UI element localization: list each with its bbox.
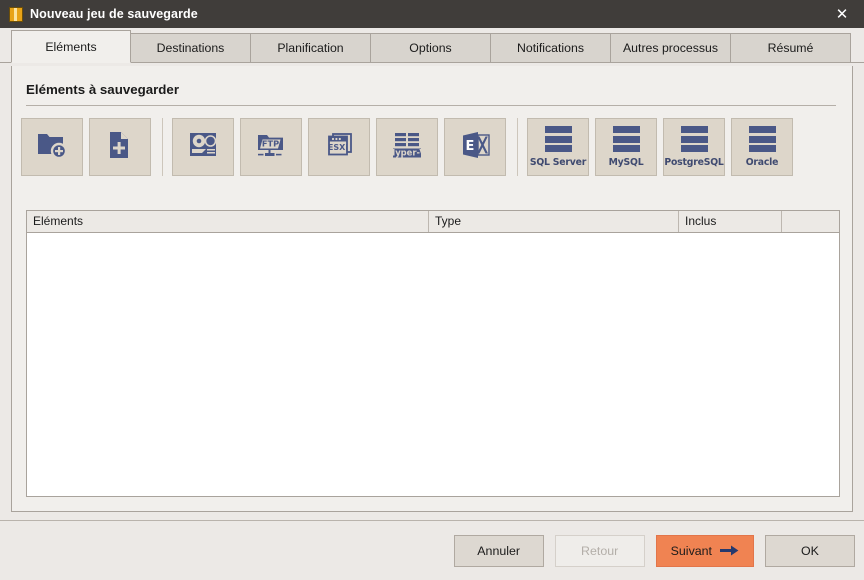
toolbar-button-label: SQL Server [529,157,587,168]
svg-text:Hyper-V: Hyper-V [392,147,422,157]
button-label: OK [801,543,819,558]
column-header-eléments[interactable]: Eléments [27,211,429,232]
toolbar-separator [517,118,518,176]
items-table[interactable]: Eléments Type Inclus [26,210,840,497]
toolbar-button-ftp[interactable]: FTP [240,118,302,176]
window-title: Nouveau jeu de sauvegarde [30,7,198,21]
toolbar-button-mysql[interactable]: MySQL [595,118,657,176]
arrow-right-icon [720,544,739,557]
database-icon [612,126,640,152]
button-label: Suivant [670,543,712,558]
add-file-icon [105,130,135,165]
tab-eléments[interactable]: Eléments [11,30,131,63]
tab-label: Destinations [156,41,225,55]
tab-label: Notifications [517,41,584,55]
toolbar-button-e[interactable]: E [444,118,506,176]
tab-notifications[interactable]: Notifications [490,33,611,62]
column-header-blank[interactable] [782,211,839,232]
table-header-row: Eléments Type Inclus [27,211,839,233]
svg-text:E: E [466,139,475,154]
svg-text:ESXi: ESXi [328,143,348,152]
close-icon[interactable]: ✕ [820,0,864,28]
database-icon [748,126,776,152]
backup-set-icon [9,6,23,22]
cancel-button[interactable]: Annuler [453,534,544,567]
back-button: Retour [554,534,645,567]
exchange-icon: E [460,130,490,165]
toolbar-button-label: Oracle [745,157,779,168]
toolbar-button-oracle[interactable]: Oracle [731,118,793,176]
database-icon [544,126,572,152]
toolbar-button-add-folder[interactable] [21,118,83,176]
toolbar-separator [162,118,163,176]
toolbar-button-hyper-v[interactable]: Hyper-V [376,118,438,176]
toolbar-button-add-file[interactable] [89,118,151,176]
tab-label: Résumé [767,41,814,55]
items-toolbar: FTP ESXi Hyper-V E SQL Server MySQL PostgreSQL… [21,118,852,176]
ok-button[interactable]: OK [765,534,855,567]
tab-label: Eléments [45,40,97,54]
button-label: Annuler [477,543,521,558]
tab-autres-processus[interactable]: Autres processus [610,33,731,62]
column-header-inclus[interactable]: Inclus [679,211,782,232]
tab-label: Autres processus [622,41,718,55]
toolbar-button-sql-server[interactable]: SQL Server [527,118,589,176]
button-label: Retour [581,543,619,558]
tab-label: Options [409,41,452,55]
toolbar-button-label: PostgreSQL [664,157,724,168]
tab-content-panel: Eléments à sauvegarder FTP ESXi Hyper-V E SQ… [11,66,853,512]
column-header-type[interactable]: Type [429,211,679,232]
disk-image-icon [188,130,218,165]
toolbar-button-label: MySQL [608,157,644,168]
add-folder-icon [37,130,68,165]
toolbar-button-esxi[interactable]: ESXi [308,118,370,176]
toolbar-button-postgresql[interactable]: PostgreSQL [663,118,725,176]
database-icon [680,126,708,152]
tab-planification[interactable]: Planification [250,33,371,62]
table-body[interactable] [27,233,839,496]
window-titlebar: Nouveau jeu de sauvegarde ✕ [0,0,864,28]
svg-text:FTP: FTP [262,138,279,148]
next-button[interactable]: Suivant [655,534,754,567]
page-title: Eléments à sauvegarder [26,82,836,106]
tab-bar: Eléments Destinations Planification Options… [0,28,864,63]
tab-résumé[interactable]: Résumé [730,33,851,62]
hyper-v-icon: Hyper-V [388,130,426,165]
toolbar-button-disk-image[interactable] [172,118,234,176]
ftp-folder-icon: FTP [256,130,286,165]
tab-label: Planification [277,41,344,55]
tab-options[interactable]: Options [370,33,491,62]
esxi-window-icon: ESXi [324,130,354,165]
tab-destinations[interactable]: Destinations [130,33,251,62]
dialog-footer: Annuler Retour Suivant OK [0,520,864,580]
